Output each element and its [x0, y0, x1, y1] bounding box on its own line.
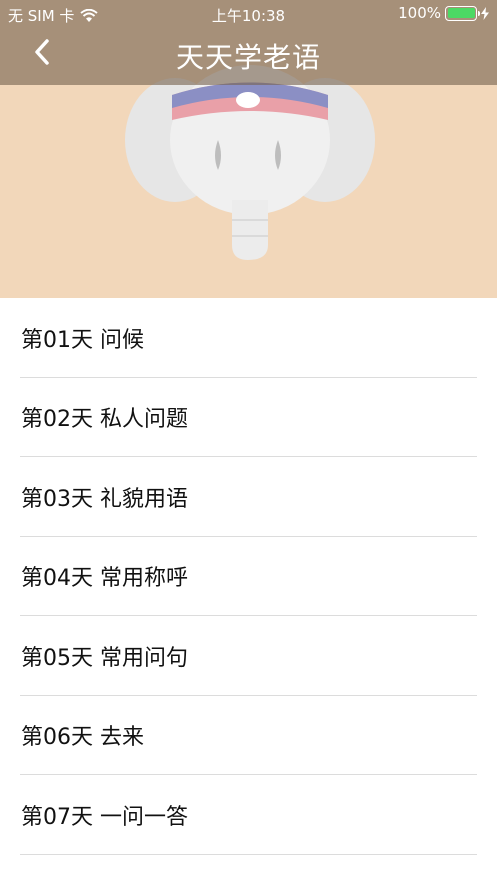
lesson-list: 第01天 问候 第02天 私人问题 第03天 礼貌用语 第04天 常用称呼 第0… [0, 298, 497, 855]
list-item[interactable]: 第02天 私人问题 [0, 378, 497, 458]
page-title: 天天学老语 [175, 41, 321, 74]
navigation-bar: 无 SIM 卡 上午10:38 100% 天天学老语 [0, 0, 497, 85]
list-item[interactable]: 第03天 礼貌用语 [0, 457, 497, 537]
list-item-label: 第02天 私人问题 [21, 407, 188, 433]
list-item-label: 第07天 一问一答 [21, 804, 188, 830]
list-item-label: 第03天 礼貌用语 [21, 486, 188, 512]
list-item-label: 第04天 常用称呼 [21, 566, 188, 592]
list-item[interactable]: 第05天 常用问句 [0, 616, 497, 696]
list-item[interactable]: 第07天 一问一答 [0, 775, 497, 855]
status-bar: 无 SIM 卡 上午10:38 100% [0, 0, 497, 28]
elephant-icon [125, 65, 375, 260]
list-item[interactable]: 第06天 去来 [0, 696, 497, 776]
battery-fill [447, 8, 475, 18]
list-item-label: 第06天 去来 [21, 725, 144, 751]
list-item[interactable]: 第04天 常用称呼 [0, 537, 497, 617]
battery-icon [445, 5, 480, 21]
list-item[interactable]: 第01天 问候 [0, 298, 497, 378]
list-item-label: 第05天 常用问句 [21, 645, 188, 671]
charging-icon [481, 6, 489, 20]
battery-percent: 100% [398, 4, 441, 22]
list-item-label: 第01天 问候 [21, 327, 144, 353]
